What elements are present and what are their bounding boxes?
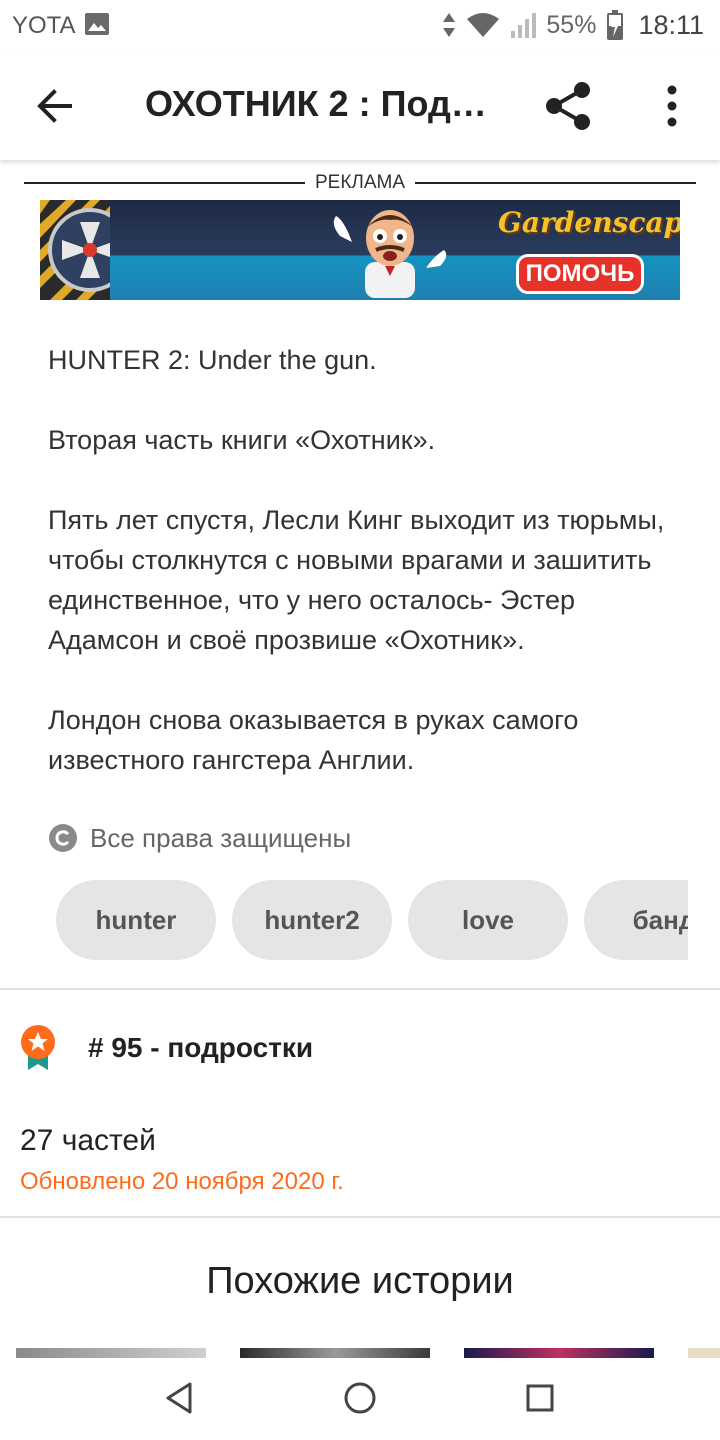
updated-date: Обновлено 20 ноября 2020 г.	[20, 1168, 344, 1195]
ad-label-row: РЕКЛАМА	[24, 170, 696, 196]
signal-icon	[511, 13, 537, 38]
story-description: HUNTER 2: Under the gun. Вторая часть кн…	[48, 340, 688, 820]
battery-percent: 55%	[546, 10, 597, 39]
ranking-row[interactable]: # 95 - подростки	[20, 1020, 313, 1076]
status-indicators: 55% 18:11	[442, 8, 704, 42]
ranking-badge-icon	[21, 1025, 55, 1070]
tag-chip[interactable]: hunter	[56, 880, 216, 960]
description-paragraph: Лондон снова оказывается в руках самого …	[48, 705, 579, 775]
app-bar: ОХОТНИК 2 : Под…	[0, 50, 720, 160]
carrier-name: YOTA	[12, 12, 76, 39]
description-paragraph: Пять лет спустя, Лесли Кинг выходит из т…	[48, 505, 665, 655]
data-arrows-icon	[443, 13, 456, 37]
copyright-icon	[49, 824, 77, 852]
share-icon[interactable]	[540, 78, 596, 134]
battery-charging-icon	[607, 10, 624, 40]
ad-logo: Gardenscapes	[498, 206, 680, 239]
tag-chip[interactable]: love	[408, 880, 568, 960]
clock: 18:11	[638, 9, 704, 40]
ad-fan-graphic	[40, 200, 110, 300]
ad-cta-button[interactable]: ПОМОЧЬ	[516, 254, 644, 294]
similar-stories-heading: Похожие истории	[206, 1260, 514, 1302]
section-divider	[0, 988, 720, 990]
copyright-text: Все права защищены	[90, 822, 352, 853]
story-title: ОХОТНИК 2 : Под…	[145, 83, 487, 124]
ad-banner[interactable]: Gardenscapes ПОМОЧЬ	[40, 200, 680, 300]
wifi-icon	[467, 13, 500, 37]
description-paragraph: HUNTER 2: Under the gun.	[48, 345, 377, 375]
gallery-notification-icon	[85, 13, 109, 35]
system-nav-bar	[0, 1358, 720, 1440]
parts-count: 27 частей	[20, 1124, 156, 1157]
nav-recents-icon[interactable]	[520, 1378, 560, 1418]
description-paragraph: Вторая часть книги «Охотник».	[48, 425, 436, 455]
tag-chip[interactable]: hunter2	[232, 880, 392, 960]
nav-home-icon[interactable]	[340, 1378, 380, 1418]
ranking-text: # 95 - подростки	[88, 1032, 314, 1063]
copyright-row: Все права защищены	[48, 820, 351, 856]
ad-label: РЕКЛАМА	[24, 172, 696, 194]
tag-list: hunter hunter2 love банд	[56, 880, 688, 960]
back-arrow-icon[interactable]	[30, 80, 82, 132]
section-divider	[0, 1216, 720, 1218]
more-options-icon[interactable]	[652, 80, 692, 132]
tag-chip[interactable]: банд	[584, 880, 688, 960]
status-bar: YOTA 55% 18:11	[0, 0, 720, 50]
nav-back-icon[interactable]	[160, 1378, 200, 1418]
ad-character-graphic	[333, 210, 447, 298]
